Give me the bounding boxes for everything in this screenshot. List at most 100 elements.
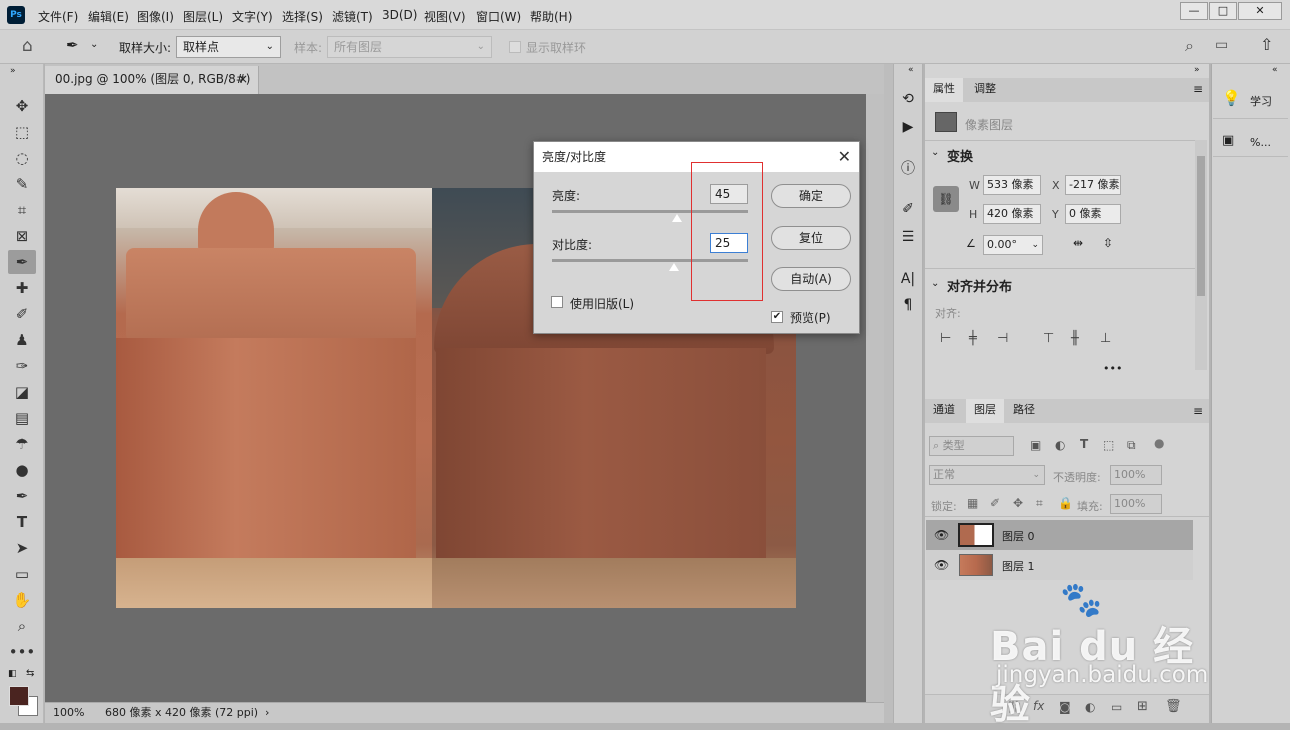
lock-position-icon[interactable]: ✥ xyxy=(1013,496,1023,510)
menu-type[interactable]: 文字(Y) xyxy=(232,8,273,25)
search-icon[interactable]: ⌕ xyxy=(1185,36,1194,56)
tab-properties[interactable]: 属性 xyxy=(925,78,963,102)
menu-select[interactable]: 选择(S) xyxy=(282,8,323,25)
character-icon[interactable]: A| xyxy=(896,268,920,290)
angle-field[interactable]: 0.00° ⌄ xyxy=(983,235,1043,255)
close-window-button[interactable]: ✕ xyxy=(1238,2,1282,20)
status-arrow-icon[interactable]: › xyxy=(265,703,269,723)
width-field[interactable]: 533 像素 xyxy=(983,175,1041,195)
align-top-icon[interactable]: ⊤ xyxy=(1043,331,1054,346)
tab-adjustments[interactable]: 调整 xyxy=(966,78,1004,102)
brush-tool-icon[interactable]: ✐ xyxy=(8,302,36,326)
percent-label[interactable]: %... xyxy=(1250,136,1271,149)
panel-menu-icon[interactable]: ≡ xyxy=(1193,82,1203,96)
eye-icon[interactable]: 👁 xyxy=(934,558,949,572)
x-field[interactable]: -217 像素 xyxy=(1065,175,1121,195)
close-tab-icon[interactable]: × xyxy=(238,66,248,92)
tab-paths[interactable]: 路径 xyxy=(1005,399,1043,423)
flip-vertical-icon[interactable]: ⇳ xyxy=(1103,236,1113,250)
info-icon[interactable]: ⓘ xyxy=(896,158,920,180)
reset-button[interactable]: 复位 xyxy=(771,226,851,250)
scroll-thumb[interactable] xyxy=(1197,156,1205,296)
layer-row[interactable]: 👁 图层 1 xyxy=(926,550,1193,580)
delete-layer-icon[interactable]: 🗑 xyxy=(1165,699,1182,714)
align-right-icon[interactable]: ⊣ xyxy=(997,331,1008,346)
eyedropper-tool-icon[interactable]: ✒ xyxy=(66,36,79,54)
tab-channels[interactable]: 通道 xyxy=(925,399,963,423)
eyedropper-tool-icon[interactable]: ✒ xyxy=(8,250,36,274)
new-adjustment-icon[interactable]: ◐ xyxy=(1085,700,1095,714)
contrast-slider-thumb[interactable] xyxy=(668,263,679,271)
chevron-down-icon[interactable]: ⌄ xyxy=(931,147,939,158)
default-colors-icon[interactable]: ◧ xyxy=(8,669,17,679)
flip-horizontal-icon[interactable]: ⇹ xyxy=(1073,236,1083,250)
blur-tool-icon[interactable]: ☂ xyxy=(8,432,36,456)
learn-label[interactable]: 学习 xyxy=(1250,93,1272,109)
lock-artboard-icon[interactable]: ⌗ xyxy=(1036,496,1043,511)
filter-adjustment-icon[interactable]: ◐ xyxy=(1055,438,1065,452)
document-tab[interactable]: 00.jpg @ 100% (图层 0, RGB/8#) * × xyxy=(45,66,259,112)
panel-menu-icon[interactable]: ≡ xyxy=(1193,404,1203,418)
menu-window[interactable]: 窗口(W) xyxy=(476,8,521,25)
move-tool-icon[interactable]: ✥ xyxy=(8,94,36,118)
layer-row[interactable]: 👁 图层 0 xyxy=(926,520,1193,550)
align-center-h-icon[interactable]: ╪ xyxy=(969,331,977,346)
menu-image[interactable]: 图像(I) xyxy=(137,8,174,25)
filter-shape-icon[interactable]: ⬚ xyxy=(1103,438,1114,452)
menu-view[interactable]: 视图(V) xyxy=(424,8,466,25)
new-group-icon[interactable]: ▭ xyxy=(1111,700,1122,714)
show-ring-checkbox[interactable] xyxy=(509,41,521,53)
preview-checkbox[interactable]: ✔ xyxy=(771,311,783,323)
chevron-down-icon[interactable]: ⌄ xyxy=(90,39,98,50)
healing-brush-tool-icon[interactable]: ✚ xyxy=(8,276,36,300)
eraser-tool-icon[interactable]: ◪ xyxy=(8,380,36,404)
menu-layer[interactable]: 图层(L) xyxy=(183,8,223,25)
marquee-tool-icon[interactable]: ⬚ xyxy=(8,120,36,144)
share-icon[interactable]: ⇧ xyxy=(1260,35,1273,54)
adjust-sliders-icon[interactable]: ☰ xyxy=(896,226,920,248)
more-tools-icon[interactable]: ••• xyxy=(8,640,36,664)
zoom-level[interactable]: 100% xyxy=(53,703,84,723)
history-icon[interactable]: ⟲ xyxy=(896,88,920,110)
opacity-field[interactable]: 100% xyxy=(1110,465,1162,485)
filter-smart-object-icon[interactable]: ⧉ xyxy=(1127,438,1136,453)
height-field[interactable]: 420 像素 xyxy=(983,204,1041,224)
path-select-tool-icon[interactable]: ➤ xyxy=(8,536,36,560)
minimize-button[interactable]: — xyxy=(1180,2,1208,20)
fx-icon[interactable]: fx xyxy=(1033,699,1044,713)
dodge-tool-icon[interactable]: ● xyxy=(8,458,36,482)
dialog-close-icon[interactable]: ✕ xyxy=(838,147,851,166)
align-middle-v-icon[interactable]: ╫ xyxy=(1071,331,1079,346)
chevron-down-icon[interactable]: ⌄ xyxy=(931,278,939,289)
menu-file[interactable]: 文件(F) xyxy=(38,8,78,25)
layer-name[interactable]: 图层 0 xyxy=(1002,528,1035,544)
collapse-icon[interactable]: » xyxy=(10,66,16,76)
type-tool-icon[interactable]: T xyxy=(8,510,36,534)
quick-select-tool-icon[interactable]: ✎ xyxy=(8,172,36,196)
canvas-scrollbar[interactable] xyxy=(866,94,884,702)
brightness-slider-thumb[interactable] xyxy=(672,214,683,222)
actions-play-icon[interactable]: ▶ xyxy=(896,116,920,138)
zoom-tool-icon[interactable]: ⌕ xyxy=(8,614,36,638)
libraries-icon[interactable]: ▣ xyxy=(1222,133,1234,148)
more-options-icon[interactable]: ••• xyxy=(1103,362,1122,375)
restore-button[interactable]: □ xyxy=(1209,2,1237,20)
brush-settings-icon[interactable]: ✐ xyxy=(896,198,920,220)
ok-button[interactable]: 确定 xyxy=(771,184,851,208)
sample-size-select[interactable]: 取样点 ⌄ xyxy=(176,36,281,58)
filter-pixel-icon[interactable]: ▣ xyxy=(1030,438,1041,452)
paragraph-icon[interactable]: ¶ xyxy=(896,294,920,316)
filter-toggle-icon[interactable]: ● xyxy=(1154,436,1164,450)
new-layer-icon[interactable]: ⊞ xyxy=(1137,699,1148,714)
lock-transparent-icon[interactable]: ▦ xyxy=(967,496,978,510)
tab-layers[interactable]: 图层 xyxy=(966,399,1004,423)
filter-type-icon[interactable]: T xyxy=(1080,437,1088,451)
legacy-checkbox[interactable] xyxy=(551,296,563,308)
collapse-icon[interactable]: « xyxy=(908,65,914,75)
rectangle-tool-icon[interactable]: ▭ xyxy=(8,562,36,586)
layer-filter-select[interactable]: ⌕ 类型 xyxy=(929,436,1014,456)
auto-button[interactable]: 自动(A) xyxy=(771,267,851,291)
lock-all-icon[interactable]: 🔒 xyxy=(1058,496,1073,510)
align-left-icon[interactable]: ⊢ xyxy=(940,331,951,346)
sample-select[interactable]: 所有图层 ⌄ xyxy=(327,36,492,58)
